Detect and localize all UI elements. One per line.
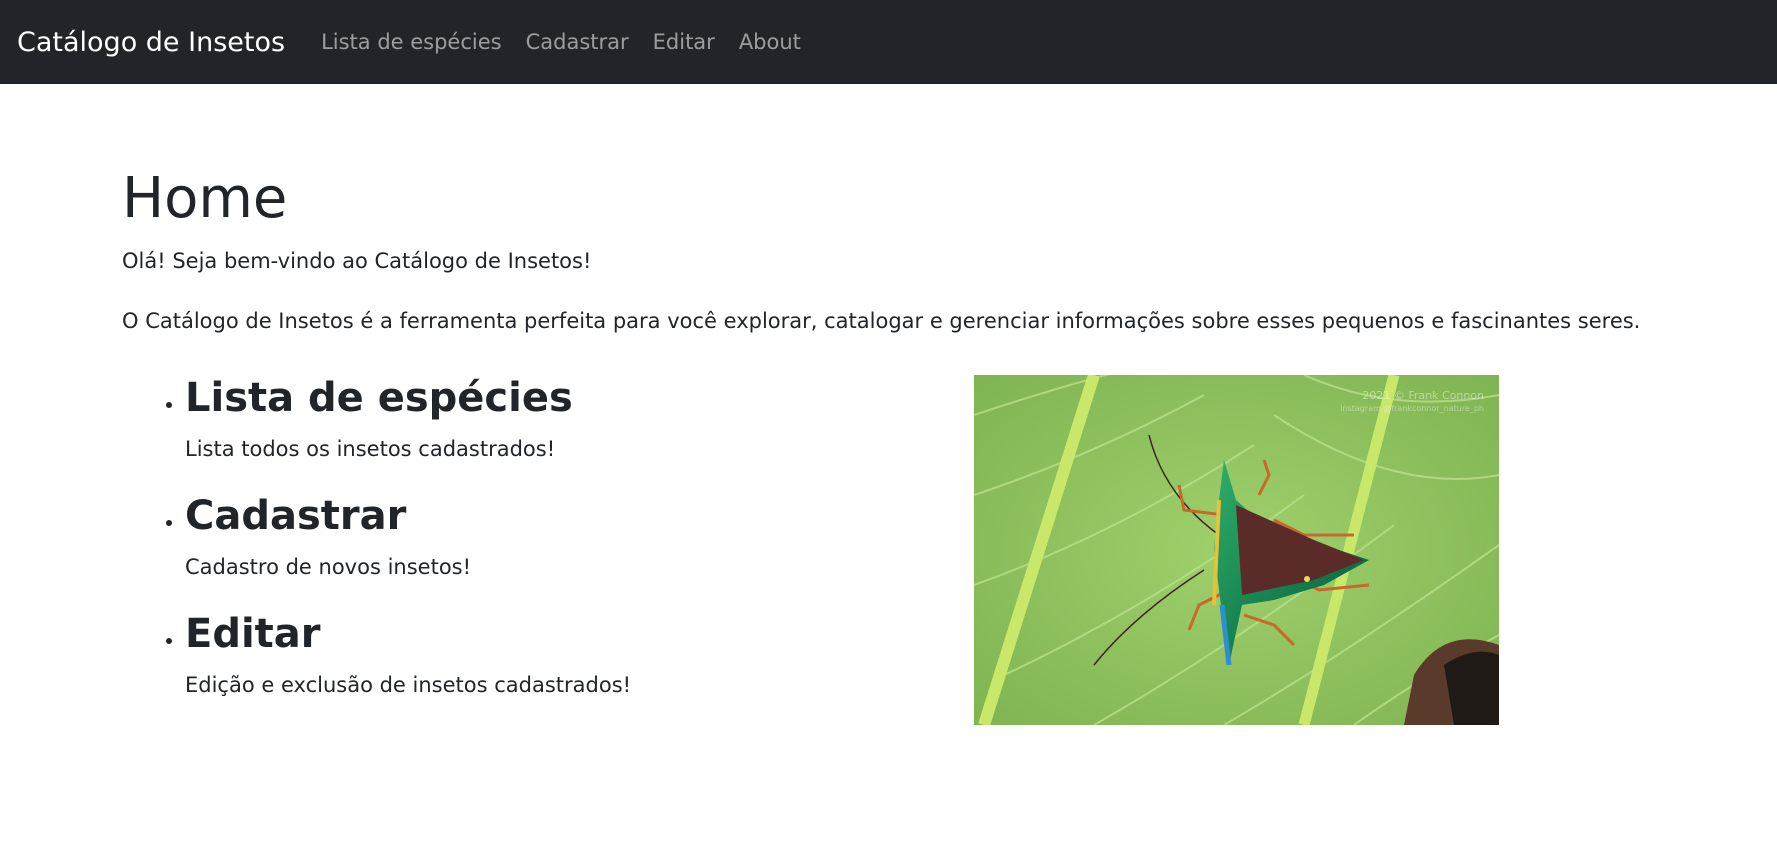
- nav-link-lista-especies[interactable]: Lista de espécies: [321, 30, 502, 54]
- insect-photo: 2021 © Frank Connon Instagram @frankconn…: [974, 375, 1499, 725]
- intro-text: O Catálogo de Insetos é a ferramenta per…: [122, 309, 1641, 333]
- feature-list: Lista de espécies Lista todos os insetos…: [122, 373, 1777, 697]
- brand-link[interactable]: Catálogo de Insetos: [17, 27, 285, 58]
- page-title: Home: [122, 166, 288, 231]
- insect-on-leaf-image: 2021 © Frank Connon Instagram @frankconn…: [974, 375, 1499, 725]
- nav-link-editar[interactable]: Editar: [653, 30, 715, 54]
- photo-watermark-2: Instagram @frankconnor_nature_ph: [1340, 404, 1484, 413]
- nav-link-about[interactable]: About: [739, 30, 801, 54]
- top-navbar: Catálogo de Insetos Lista de espécies Ca…: [0, 0, 1777, 84]
- nav-link-cadastrar[interactable]: Cadastrar: [526, 30, 629, 54]
- photo-watermark-1: 2021 © Frank Connon: [1362, 389, 1484, 402]
- main-content: Home Olá! Seja bem-vindo ao Catálogo de …: [0, 84, 1777, 697]
- welcome-text: Olá! Seja bem-vindo ao Catálogo de Inset…: [122, 249, 592, 273]
